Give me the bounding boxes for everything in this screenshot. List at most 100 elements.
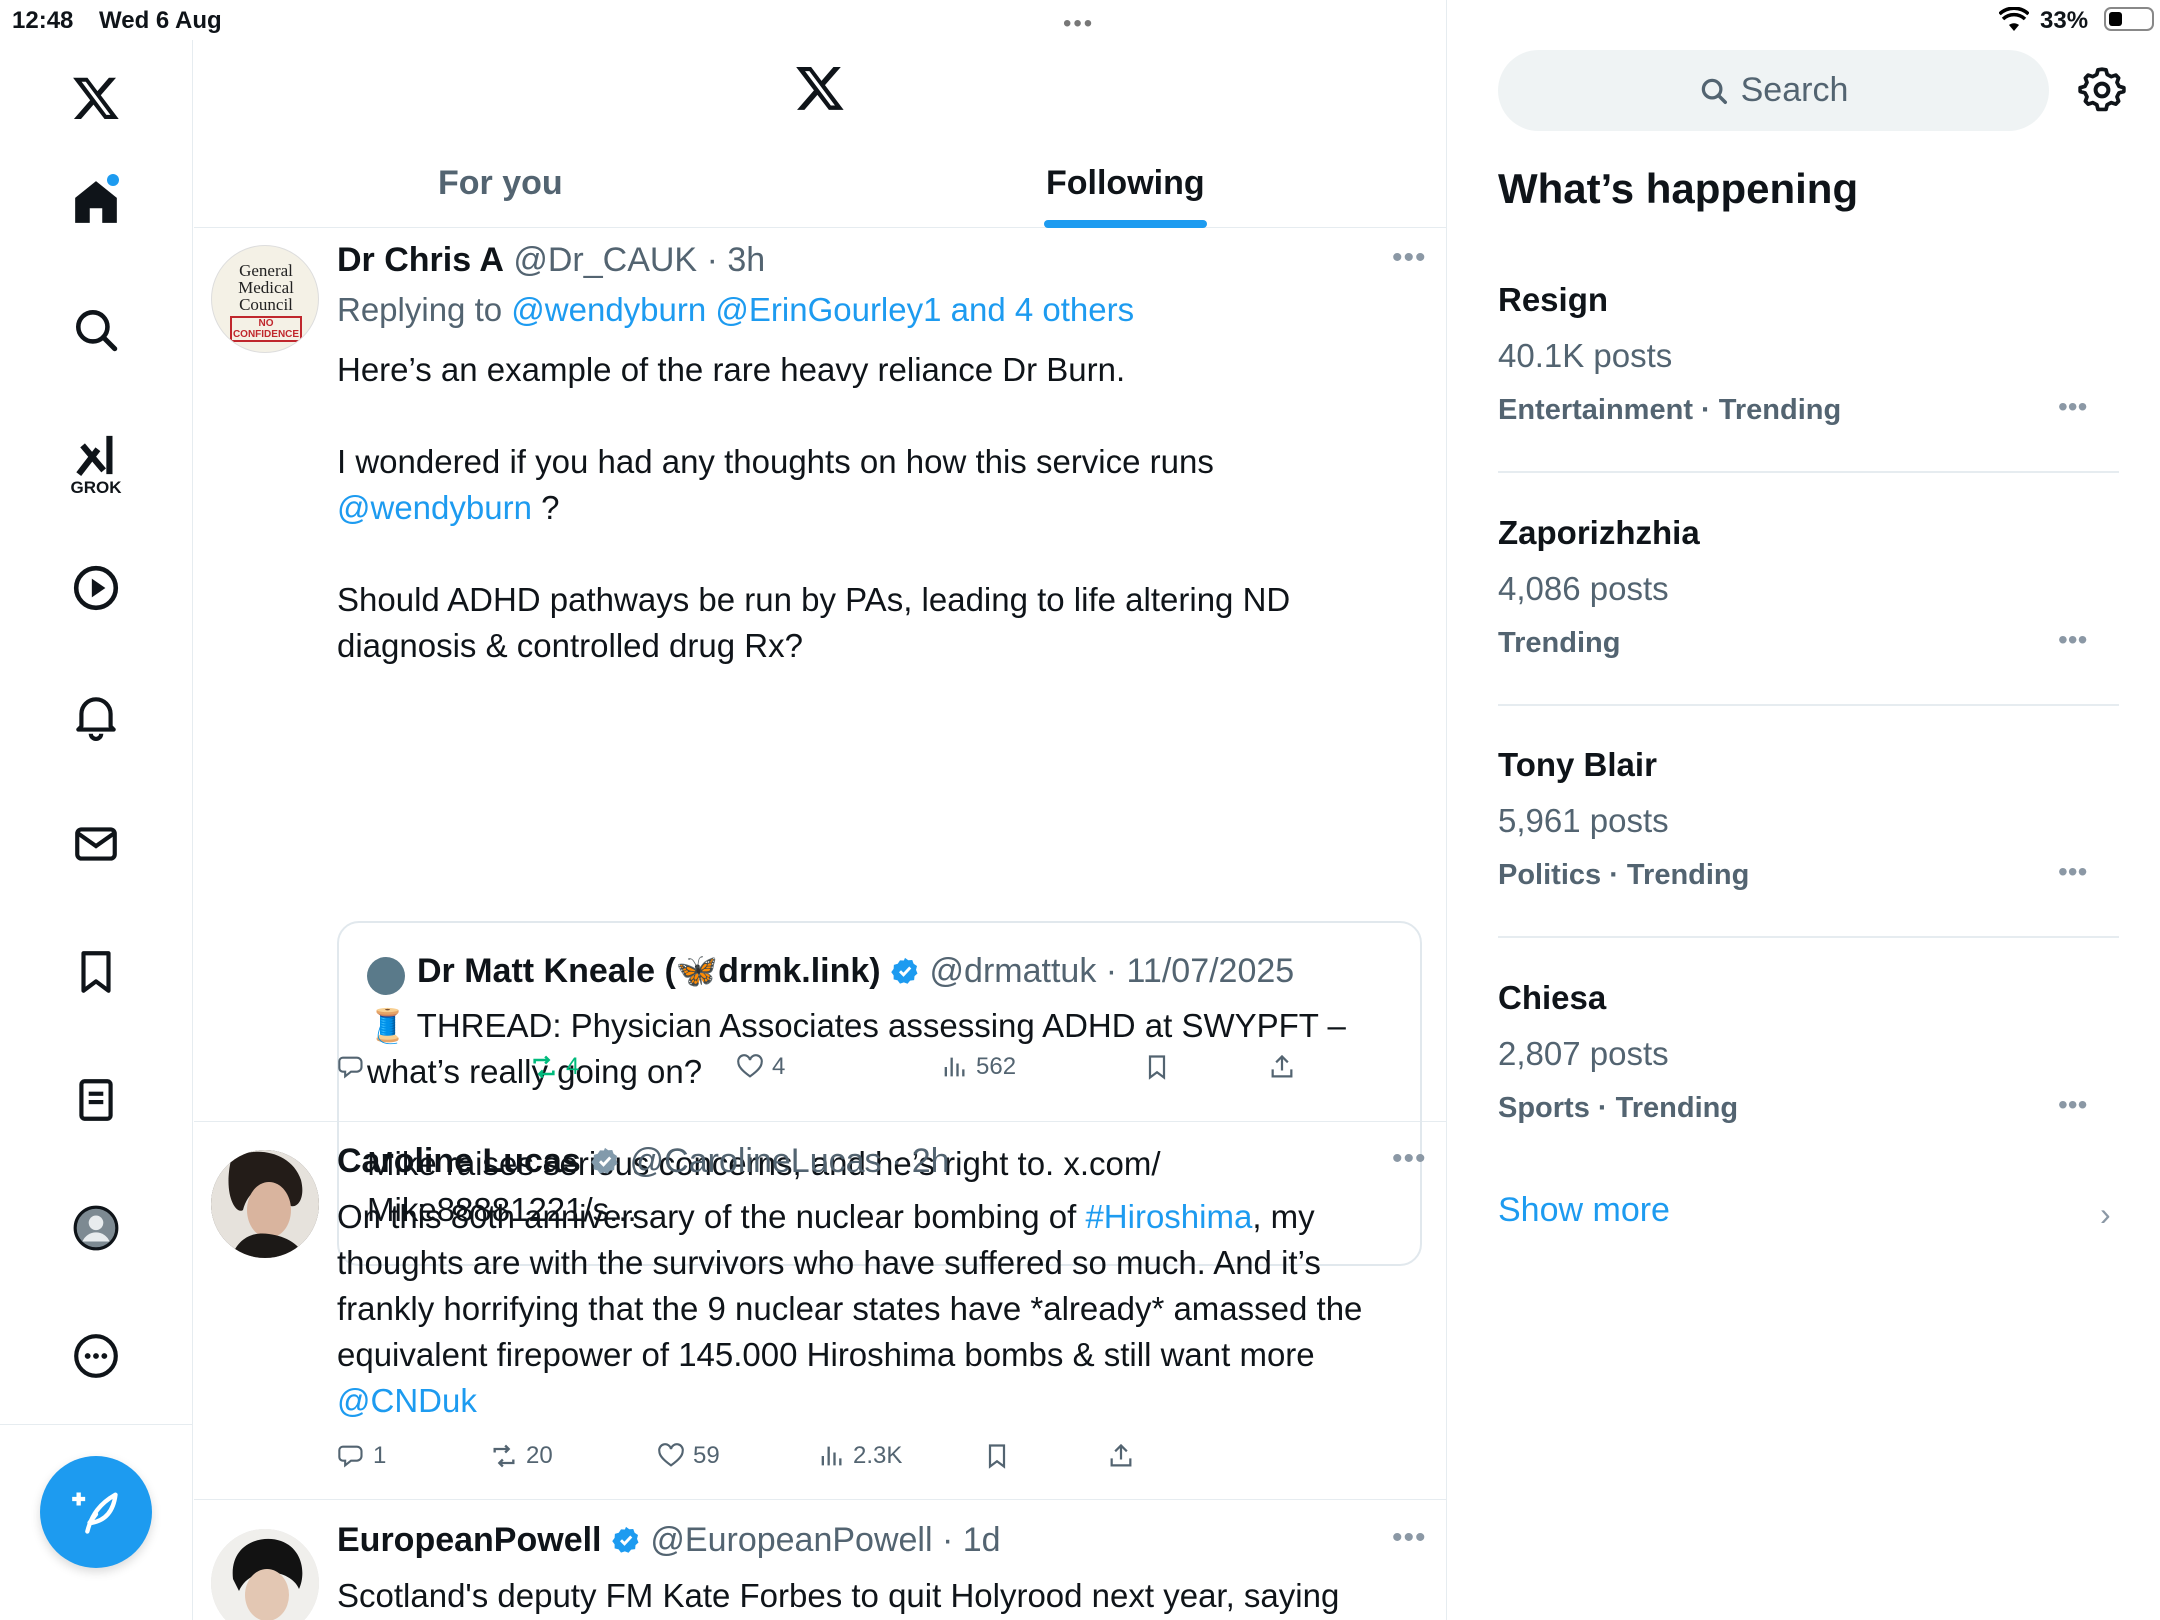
- tweet-text-fragment: On this 80th anniversary of the nuclear …: [337, 1198, 1086, 1235]
- retweet-button[interactable]: 20: [490, 1442, 553, 1470]
- reply-count: 1: [373, 1442, 387, 1469]
- avatar[interactable]: General Medical Council NO CONFIDENCE: [211, 245, 319, 353]
- reply-to-mentions[interactable]: @wendyburn @ErinGourley1 and 4 others: [511, 291, 1134, 328]
- heart-icon: [658, 1443, 684, 1467]
- avatar-text-line: Medical: [238, 278, 294, 297]
- share-icon: [1271, 1054, 1293, 1078]
- tab-following[interactable]: Following: [1046, 164, 1205, 203]
- search-input[interactable]: Search: [1498, 50, 2049, 131]
- views-button[interactable]: 562: [940, 1053, 1016, 1081]
- status-time: 12:48: [12, 7, 74, 34]
- avatar-text-line: General: [239, 261, 293, 280]
- trend-item[interactable]: Zaporizhzhia 4,086 posts Trending •••: [1498, 514, 2119, 706]
- grok-icon[interactable]: GROK: [64, 420, 128, 510]
- tweet-time[interactable]: · 1d: [942, 1521, 1001, 1559]
- trend-posts: 2,807 posts: [1498, 1035, 1669, 1072]
- trend-more-icon[interactable]: •••: [2058, 391, 2087, 423]
- grok-label: GROK: [70, 478, 122, 497]
- profile-avatar-icon[interactable]: [64, 1196, 128, 1260]
- reply-icon: [338, 1445, 363, 1468]
- replying-to-label: Replying to: [337, 291, 503, 328]
- author-handle[interactable]: @EuropeanPowell: [650, 1521, 932, 1559]
- tweet-time[interactable]: · 3h: [707, 241, 766, 279]
- retweet-icon: [533, 1055, 555, 1079]
- tweet-time[interactable]: · 2h: [891, 1142, 950, 1180]
- compose-post-button[interactable]: [40, 1456, 152, 1568]
- trend-item[interactable]: Chiesa 2,807 posts Sports · Trending •••: [1498, 979, 2119, 1129]
- trend-category: Politics · Trending: [1498, 859, 1750, 891]
- messages-mail-icon[interactable]: [64, 812, 128, 876]
- chevron-right-icon: ›: [2100, 1196, 2111, 1232]
- tab-for-you[interactable]: For you: [438, 164, 563, 203]
- author-handle[interactable]: @CarolineLucas: [630, 1142, 882, 1180]
- share-icon: [1110, 1443, 1132, 1467]
- settings-gear-icon[interactable]: [2078, 66, 2126, 119]
- like-button[interactable]: 4: [736, 1053, 785, 1081]
- retweet-button[interactable]: 4: [530, 1053, 579, 1081]
- notifications-bell-icon[interactable]: [64, 684, 128, 748]
- author-name[interactable]: EuropeanPowell: [337, 1521, 602, 1559]
- more-icon[interactable]: •••: [1392, 1521, 1427, 1555]
- lists-icon[interactable]: [64, 1068, 128, 1132]
- bookmarks-icon[interactable]: [64, 940, 128, 1004]
- mention-link[interactable]: @CNDuk: [337, 1382, 477, 1419]
- trend-more-icon[interactable]: •••: [2058, 624, 2087, 656]
- trend-category: Entertainment · Trending: [1498, 394, 1842, 426]
- tweet-text-line: Should ADHD pathways be run by PAs, lead…: [337, 581, 1291, 664]
- quote-avatar[interactable]: [367, 957, 405, 995]
- share-button[interactable]: [1107, 1442, 1135, 1470]
- tweet-actions: 1 20 59 2.3K: [337, 1442, 1337, 1482]
- hashtag-link[interactable]: #Hiroshima: [1085, 1198, 1252, 1235]
- trend-name: Resign: [1498, 281, 1609, 318]
- views-button[interactable]: 2.3K: [817, 1442, 902, 1470]
- avatar[interactable]: [211, 1529, 319, 1620]
- trend-item[interactable]: Resign 40.1K posts Entertainment · Trend…: [1498, 281, 2119, 473]
- divider: [1498, 704, 2119, 706]
- like-count: 59: [693, 1442, 720, 1469]
- x-header-logo-icon[interactable]: [794, 62, 846, 119]
- share-button[interactable]: [1268, 1053, 1296, 1081]
- trend-more-icon[interactable]: •••: [2058, 1089, 2087, 1121]
- reply-button[interactable]: [337, 1053, 373, 1081]
- tweet[interactable]: General Medical Council NO CONFIDENCE Dr…: [194, 229, 1447, 1266]
- search-icon[interactable]: [64, 298, 128, 362]
- show-more-link[interactable]: Show more: [1498, 1191, 1670, 1230]
- author-name[interactable]: Dr Chris A: [337, 241, 504, 279]
- verified-badge-icon: [612, 1526, 639, 1553]
- more-options-icon[interactable]: [64, 1324, 128, 1388]
- timeline-tabs: For you Following: [194, 150, 1447, 228]
- reply-icon: [338, 1056, 363, 1079]
- author-name[interactable]: Caroline Lucas: [337, 1142, 581, 1180]
- author-handle[interactable]: @Dr_CAUK: [513, 241, 697, 279]
- tweet[interactable]: EuropeanPowell @EuropeanPowell · 1d ••• …: [194, 1501, 1447, 1620]
- trend-name: Tony Blair: [1498, 746, 1657, 783]
- video-icon[interactable]: [64, 556, 128, 620]
- tweet[interactable]: Caroline Lucas @CarolineLucas · 2h ••• O…: [194, 1122, 1447, 1500]
- trend-name: Chiesa: [1498, 979, 1607, 1016]
- right-sidebar: Search What’s happening Resign 40.1K pos…: [1448, 0, 2160, 1620]
- views-chart-icon: [944, 1057, 965, 1077]
- tweet-actions: 4 4 562: [337, 1053, 1337, 1093]
- bookmark-button[interactable]: [983, 1442, 1011, 1470]
- trend-more-icon[interactable]: •••: [2058, 856, 2087, 888]
- quote-handle[interactable]: @drmattuk: [930, 952, 1097, 990]
- mention-link[interactable]: @wendyburn: [337, 489, 532, 526]
- nav-divider: [0, 1424, 193, 1425]
- more-icon[interactable]: •••: [1392, 1142, 1427, 1176]
- retweet-icon: [493, 1444, 515, 1468]
- tweet-text-fragment: ?: [531, 489, 560, 526]
- like-button[interactable]: 59: [657, 1442, 720, 1470]
- tweet-text: On this 80th anniversary of the nuclear …: [337, 1194, 1417, 1424]
- trend-item[interactable]: Tony Blair 5,961 posts Politics · Trendi…: [1498, 746, 2119, 938]
- trend-posts: 40.1K posts: [1498, 337, 1673, 374]
- bookmark-icon: [1148, 1055, 1166, 1080]
- trend-posts: 5,961 posts: [1498, 802, 1669, 839]
- avatar[interactable]: [211, 1150, 319, 1258]
- more-icon[interactable]: •••: [1392, 241, 1427, 275]
- reply-button[interactable]: 1: [337, 1442, 386, 1470]
- x-logo-icon[interactable]: [64, 66, 128, 130]
- bookmark-button[interactable]: [1143, 1053, 1171, 1081]
- views-count: 2.3K: [853, 1442, 903, 1469]
- whats-happening-heading: What’s happening: [1498, 165, 1859, 212]
- quote-author-name[interactable]: Dr Matt Kneale (🦋drmk.link): [417, 952, 881, 990]
